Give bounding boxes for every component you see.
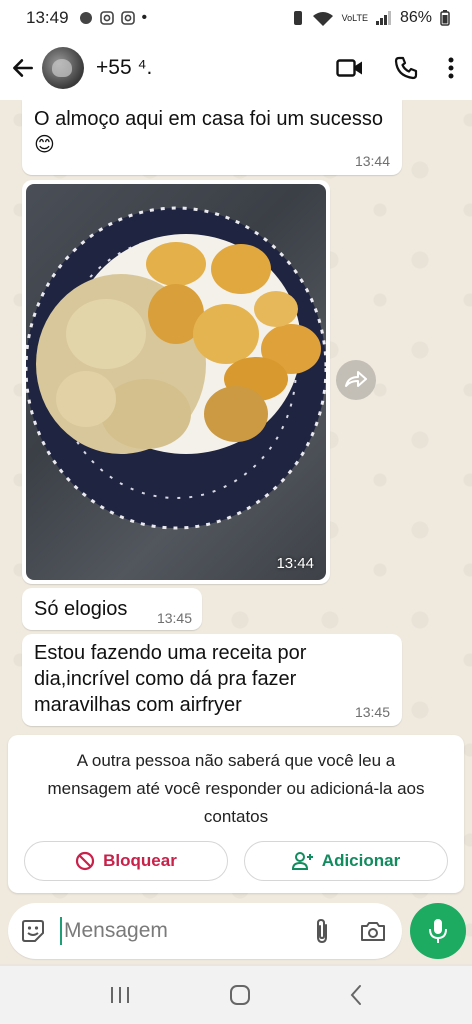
wifi-icon — [312, 12, 333, 26]
vibrate-icon — [293, 11, 302, 25]
sticker-icon[interactable] — [20, 918, 46, 944]
message-time: 13:45 — [354, 704, 390, 720]
voice-call-icon[interactable] — [394, 56, 418, 80]
message-input[interactable]: Mensagem — [64, 919, 168, 943]
chat-header: +55 ⁴. — [0, 36, 472, 100]
image-message[interactable]: 13:44 — [22, 180, 330, 584]
video-call-icon[interactable] — [336, 57, 364, 79]
nav-back-icon[interactable] — [349, 984, 363, 1006]
more-options-icon[interactable] — [448, 57, 454, 79]
add-label: Adicionar — [321, 851, 401, 870]
system-nav-bar — [0, 966, 472, 1024]
signal-icon — [375, 11, 391, 25]
back-arrow-icon[interactable] — [10, 55, 36, 81]
message-time: 13:45 — [156, 610, 192, 626]
mic-button[interactable] — [410, 903, 466, 959]
block-button[interactable]: Bloquear — [24, 841, 228, 881]
battery-icon — [440, 10, 450, 26]
message-text: Estou fazendo uma receita por dia,incrív… — [34, 642, 307, 716]
attach-icon[interactable] — [314, 918, 330, 944]
recent-apps-icon[interactable] — [109, 985, 131, 1005]
unknown-contact-notice: A outra pessoa não saberá que você leu a… — [8, 735, 464, 893]
forward-button[interactable] — [336, 360, 376, 400]
home-icon[interactable] — [229, 984, 251, 1006]
message-time: 13:44 — [276, 555, 314, 572]
battery-level: 86% — [399, 9, 432, 26]
more-notifications-dot: • — [141, 9, 148, 26]
status-time: 13:49 — [26, 8, 69, 27]
text-caret — [60, 917, 62, 945]
volte-label: VoLTE — [341, 12, 368, 23]
add-person-icon — [291, 852, 313, 870]
message-bubble[interactable]: Só elogios 13:45 — [22, 588, 202, 630]
food-photo[interactable]: 13:44 — [26, 184, 326, 580]
message-bubble[interactable]: O almoço aqui em casa foi um sucesso😊 13… — [22, 100, 402, 175]
avatar[interactable] — [42, 47, 84, 89]
add-contact-button[interactable]: Adicionar — [244, 841, 448, 881]
message-time: 13:44 — [354, 153, 390, 169]
message-input-bar: Mensagem — [8, 903, 402, 959]
notice-text: A outra pessoa não saberá que você leu a… — [47, 751, 425, 826]
forward-icon — [345, 371, 367, 387]
instagram-icon — [99, 11, 114, 25]
block-icon — [76, 851, 95, 871]
message-text: O almoço aqui em casa foi um sucesso😊 — [34, 108, 384, 156]
message-bubble[interactable]: Estou fazendo uma receita por dia,incrív… — [22, 634, 402, 726]
food-photo-drawing — [26, 206, 326, 530]
contact-name[interactable]: +55 ⁴. — [96, 56, 152, 80]
camera-icon[interactable] — [360, 920, 386, 942]
instagram-icon-2 — [120, 11, 135, 25]
status-bar: 13:49 • VoLTE 86% — [0, 0, 472, 36]
mic-icon — [429, 919, 447, 943]
chat-notification-icon — [79, 12, 92, 24]
block-label: Bloquear — [103, 851, 177, 870]
